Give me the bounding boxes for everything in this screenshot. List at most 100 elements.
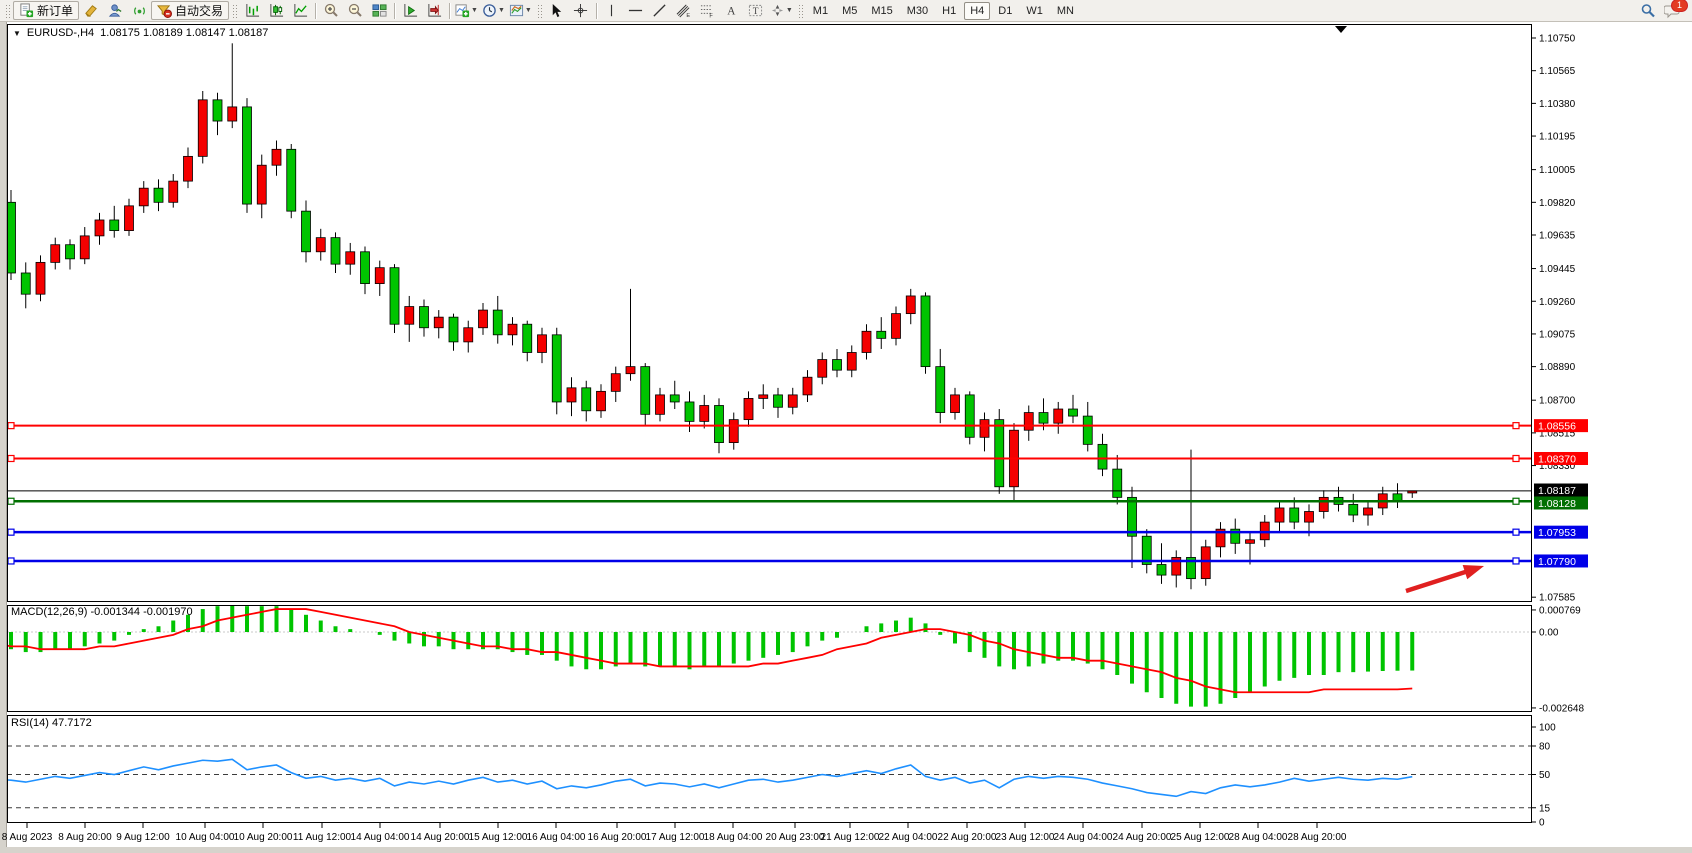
hline-handle[interactable] xyxy=(1513,423,1519,429)
crosshair-button[interactable] xyxy=(569,0,593,21)
tile-windows-button[interactable] xyxy=(367,0,391,21)
hline-handle[interactable] xyxy=(1513,558,1519,564)
market-watch-icon xyxy=(84,3,99,18)
timeframe-h1[interactable]: H1 xyxy=(936,2,962,20)
svg-text:F: F xyxy=(710,14,714,18)
candle-bull xyxy=(700,405,709,421)
line-chart-button[interactable] xyxy=(288,0,312,21)
hline-handle[interactable] xyxy=(1513,455,1519,461)
candle-bull xyxy=(626,367,635,374)
bar-chart-button[interactable] xyxy=(240,0,264,21)
strategy-tester-button[interactable] xyxy=(103,0,127,21)
autoscroll-button[interactable] xyxy=(398,0,422,21)
zoom-out-button[interactable] xyxy=(343,0,367,21)
candle-bear xyxy=(1039,413,1048,424)
candle-bull xyxy=(729,420,738,443)
timeframe-m5[interactable]: M5 xyxy=(836,2,863,20)
candle-bull xyxy=(1305,511,1314,522)
time-tick-label: 10 Aug 04:00 xyxy=(176,832,235,843)
candle-bear xyxy=(670,395,679,402)
candle-bull xyxy=(125,206,134,231)
time-tick-label: 24 Aug 20:00 xyxy=(1113,832,1172,843)
time-tick-label: 16 Aug 20:00 xyxy=(588,832,647,843)
label-tool[interactable]: T xyxy=(744,0,768,21)
timeframe-m15[interactable]: M15 xyxy=(865,2,898,20)
signals-button[interactable] xyxy=(127,0,151,21)
candle-bull xyxy=(184,156,193,181)
candle-bull xyxy=(346,252,355,264)
toolbar-grip[interactable] xyxy=(798,3,803,18)
autotrading-button[interactable]: 自动交易 xyxy=(151,1,229,20)
candle-bear xyxy=(1083,416,1092,444)
timeframe-m1[interactable]: M1 xyxy=(807,2,834,20)
equidistant-channel-tool[interactable]: E xyxy=(672,0,696,21)
zoom-in-icon xyxy=(323,3,339,19)
timeframe-m30[interactable]: M30 xyxy=(901,2,934,20)
fibonacci-tool[interactable]: F xyxy=(696,0,720,21)
candle-bull xyxy=(479,310,488,328)
price-tick-label: 1.09635 xyxy=(1539,230,1576,241)
trendline-tool[interactable] xyxy=(648,0,672,21)
time-tick-label: 16 Aug 04:00 xyxy=(527,832,586,843)
candle-bull xyxy=(759,395,768,399)
hline-handle[interactable] xyxy=(8,423,14,429)
market-watch-button[interactable] xyxy=(79,0,103,21)
text-tool[interactable]: A xyxy=(720,0,744,21)
chart-ohlc-values: 1.08175 1.08189 1.08147 1.08187 xyxy=(100,27,268,39)
candle-bull xyxy=(1054,409,1063,423)
svg-text:T: T xyxy=(753,7,759,17)
toolbar-grip[interactable] xyxy=(537,3,542,18)
new-order-button[interactable]: 新订单 xyxy=(13,1,79,20)
candle-bear xyxy=(552,335,561,402)
time-tick-label: 28 Aug 20:00 xyxy=(1288,832,1347,843)
templates-button[interactable]: ▼ xyxy=(507,0,534,21)
timeframe-d1[interactable]: D1 xyxy=(992,2,1018,20)
chart-shift-button[interactable] xyxy=(422,0,446,21)
time-tick-label: 18 Aug 04:00 xyxy=(704,832,763,843)
hline-handle[interactable] xyxy=(1513,498,1519,504)
time-tick-label: 8 Aug 20:00 xyxy=(58,832,112,843)
candle-bull xyxy=(1024,413,1033,431)
hline-handle[interactable] xyxy=(1513,529,1519,535)
hline-handle[interactable] xyxy=(8,455,14,461)
hline-handle[interactable] xyxy=(8,529,14,535)
horizontal-line-tool[interactable] xyxy=(624,0,648,21)
price-tick-label: 1.09260 xyxy=(1539,297,1576,308)
time-tick-label: 9 Aug 12:00 xyxy=(116,832,170,843)
time-tick-label: 15 Aug 12:00 xyxy=(469,832,528,843)
new-order-icon xyxy=(19,3,34,18)
time-tick-label: 25 Aug 12:00 xyxy=(1171,832,1230,843)
vertical-line-tool[interactable] xyxy=(600,0,624,21)
time-tick-label: 21 Aug 12:00 xyxy=(821,832,880,843)
candle-bear xyxy=(420,307,429,328)
timeframe-h4[interactable]: H4 xyxy=(964,2,990,20)
cursor-button[interactable] xyxy=(545,0,569,21)
candle-bull xyxy=(597,391,606,410)
candlestick-chart-button[interactable] xyxy=(264,0,288,21)
timeframe-mn[interactable]: MN xyxy=(1051,2,1080,20)
price-tick-label: 1.08700 xyxy=(1539,396,1576,407)
toolbar-grip[interactable] xyxy=(5,3,10,18)
candle-bull xyxy=(788,395,797,407)
zoom-in-button[interactable] xyxy=(319,0,343,21)
price-tag-label: 1.08187 xyxy=(1538,485,1576,497)
hline-handle[interactable] xyxy=(8,498,14,504)
timeframe-w1[interactable]: W1 xyxy=(1020,2,1049,20)
candle-bull xyxy=(257,165,266,204)
candle-bull xyxy=(228,107,237,121)
search-button[interactable] xyxy=(1636,0,1660,21)
candle-bear xyxy=(213,100,222,121)
indicators-button[interactable]: ▼ xyxy=(453,0,480,21)
candle-bear xyxy=(21,273,30,294)
hline-handle[interactable] xyxy=(8,558,14,564)
candle-bear xyxy=(287,149,296,211)
time-tick-label: 8 Aug 2023 xyxy=(2,832,53,843)
notifications-button[interactable]: 1 xyxy=(1660,0,1684,21)
periods-button[interactable]: ▼ xyxy=(480,0,507,21)
arrows-tool[interactable]: ▼ xyxy=(768,0,795,21)
chart-canvas[interactable]: 1.107501.105651.103801.101951.100051.098… xyxy=(0,0,1692,853)
chart-menu-arrow-icon[interactable]: ▼ xyxy=(13,29,21,38)
candle-bear xyxy=(302,211,311,252)
price-axis[interactable]: 1.107501.105651.103801.101951.100051.098… xyxy=(1532,34,1588,829)
toolbar-grip[interactable] xyxy=(232,3,237,18)
